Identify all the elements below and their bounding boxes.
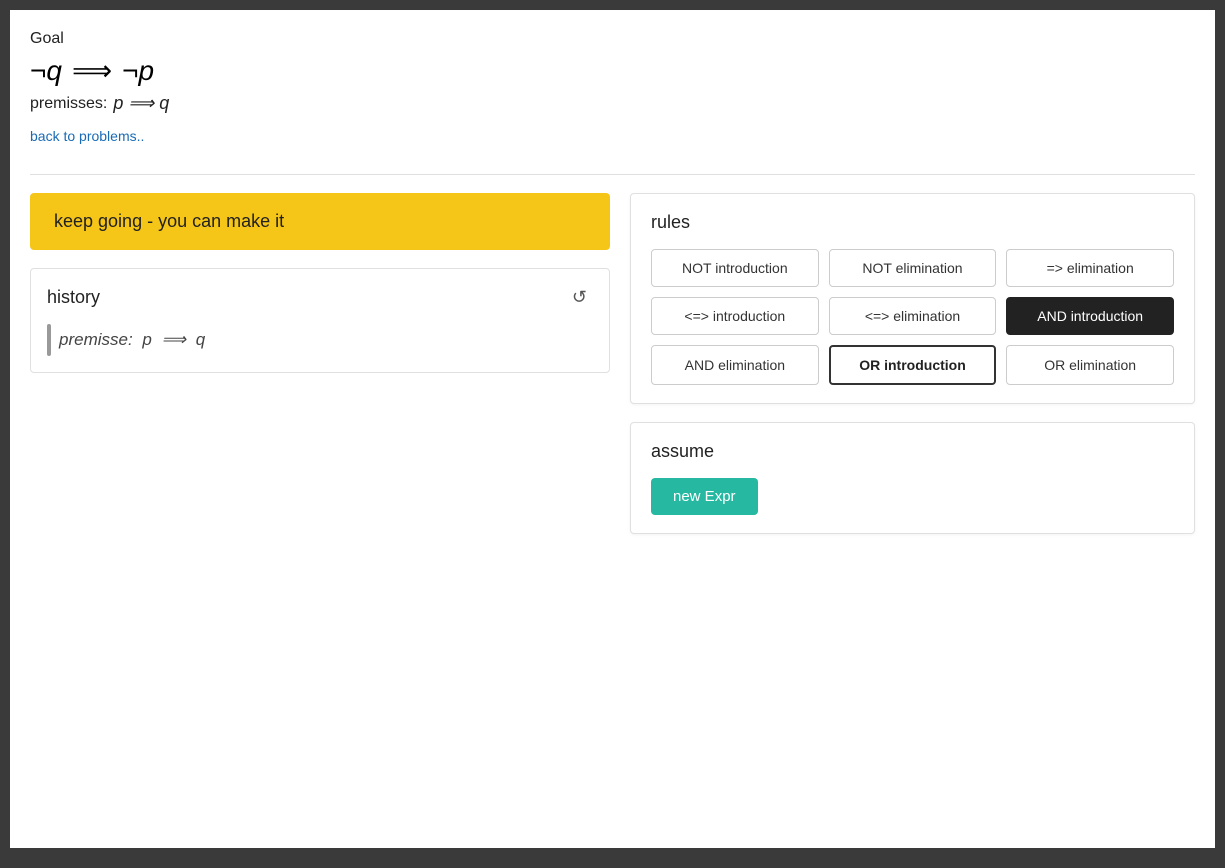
goal-label: Goal bbox=[30, 30, 1195, 48]
motivation-box: keep going - you can make it bbox=[30, 193, 610, 250]
reset-icon: ↺ bbox=[572, 287, 587, 307]
history-formula: premisse: p ⟹ q bbox=[59, 330, 205, 350]
not-introduction-button[interactable]: NOT introduction bbox=[651, 249, 819, 287]
section-divider bbox=[30, 174, 1195, 175]
goal-formula: ¬q ⟹ ¬p bbox=[30, 54, 1195, 87]
goal-not-p: ¬p bbox=[122, 55, 154, 87]
new-expr-button[interactable]: new Expr bbox=[651, 478, 758, 515]
and-introduction-button[interactable]: AND introduction bbox=[1006, 297, 1174, 335]
back-to-problems-link[interactable]: back to problems.. bbox=[30, 128, 144, 144]
iff-elimination-button[interactable]: <=> elimination bbox=[829, 297, 997, 335]
and-elimination-button[interactable]: AND elimination bbox=[651, 345, 819, 385]
history-item: premisse: p ⟹ q bbox=[47, 324, 593, 356]
history-bar bbox=[47, 324, 51, 356]
history-label: history bbox=[47, 287, 100, 308]
main-container: Goal ¬q ⟹ ¬p premisses: p ⟹ q back to pr… bbox=[10, 10, 1215, 848]
content-row: keep going - you can make it history ↺ p… bbox=[30, 193, 1195, 534]
premisses-formula: p ⟹ q bbox=[113, 93, 169, 114]
iff-introduction-button[interactable]: <=> introduction bbox=[651, 297, 819, 335]
goal-arrow: ⟹ bbox=[72, 54, 112, 87]
left-panel: keep going - you can make it history ↺ p… bbox=[30, 193, 610, 373]
prem-arrow: ⟹ bbox=[128, 93, 154, 113]
history-header: history ↺ bbox=[47, 285, 593, 310]
rules-grid: NOT introduction NOT elimination => elim… bbox=[651, 249, 1174, 385]
rules-card: rules NOT introduction NOT elimination =… bbox=[630, 193, 1195, 404]
impl-elimination-button[interactable]: => elimination bbox=[1006, 249, 1174, 287]
history-section: history ↺ premisse: p ⟹ q bbox=[30, 268, 610, 373]
right-panel: rules NOT introduction NOT elimination =… bbox=[630, 193, 1195, 534]
goal-not-q: ¬q bbox=[30, 55, 62, 87]
or-elimination-button[interactable]: OR elimination bbox=[1006, 345, 1174, 385]
or-introduction-button[interactable]: OR introduction bbox=[829, 345, 997, 385]
premisses-label: premisses: bbox=[30, 95, 107, 113]
premisses-line: premisses: p ⟹ q bbox=[30, 93, 1195, 114]
not-elimination-button[interactable]: NOT elimination bbox=[829, 249, 997, 287]
goal-section: Goal ¬q ⟹ ¬p premisses: p ⟹ q back to pr… bbox=[30, 30, 1195, 156]
assume-title: assume bbox=[651, 441, 1174, 462]
rules-title: rules bbox=[651, 212, 1174, 233]
assume-card: assume new Expr bbox=[630, 422, 1195, 534]
history-reset-button[interactable]: ↺ bbox=[566, 285, 593, 310]
